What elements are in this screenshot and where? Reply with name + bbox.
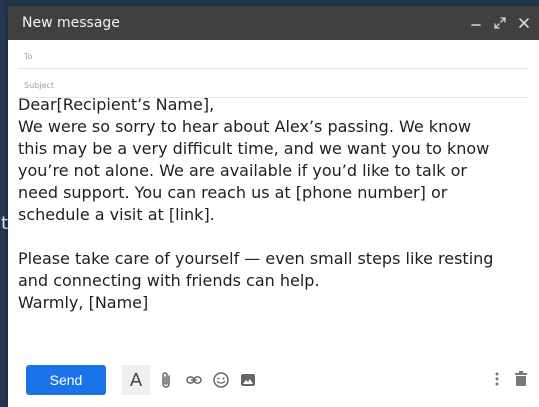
window-controls: [469, 16, 531, 30]
compose-window: New message To Subject Dear[Recipient’s …: [8, 6, 539, 407]
body-line: Dear[Recipient’s Name],: [18, 95, 215, 114]
body-line: We were so sorry to hear about Alex’s pa…: [18, 117, 472, 136]
body-line: need support. You can reach us at [phone…: [18, 183, 448, 202]
emoji-icon[interactable]: [211, 370, 231, 390]
message-body[interactable]: Dear[Recipient’s Name], We were so sorry…: [18, 94, 529, 314]
close-icon[interactable]: [517, 16, 531, 30]
body-line: Please take care of yourself — even smal…: [18, 249, 494, 268]
link-icon[interactable]: [184, 370, 204, 390]
compose-title: New message: [22, 15, 120, 31]
to-field: To: [18, 40, 529, 69]
body-line: Warmly, [Name]: [18, 293, 149, 312]
background-text-fragment: t: [1, 213, 9, 234]
body-blank-line: [18, 226, 529, 248]
body-line: this may be a very difficult time, and w…: [18, 139, 490, 158]
compose-title-bar: New message: [8, 6, 539, 40]
formatting-tools: A: [122, 365, 258, 395]
body-line: you’re not alone. We are available if yo…: [18, 161, 467, 180]
subject-label: Subject: [24, 81, 54, 90]
trash-icon[interactable]: [511, 369, 531, 389]
to-input[interactable]: [52, 46, 521, 66]
formatting-options-button[interactable]: A: [122, 365, 150, 395]
compose-toolbar: Send A: [8, 361, 539, 399]
attachment-icon[interactable]: [157, 370, 177, 390]
to-label: To: [24, 52, 33, 61]
expand-icon[interactable]: [493, 16, 507, 30]
subject-input[interactable]: [52, 75, 521, 95]
more-options-icon[interactable]: [487, 369, 507, 389]
body-line: and connecting with friends can help.: [18, 271, 320, 290]
minimize-icon[interactable]: [469, 16, 483, 30]
secondary-tools: [487, 369, 531, 389]
send-button[interactable]: Send: [26, 365, 106, 395]
image-icon[interactable]: [238, 370, 258, 390]
body-line: schedule a visit at [link].: [18, 205, 215, 224]
